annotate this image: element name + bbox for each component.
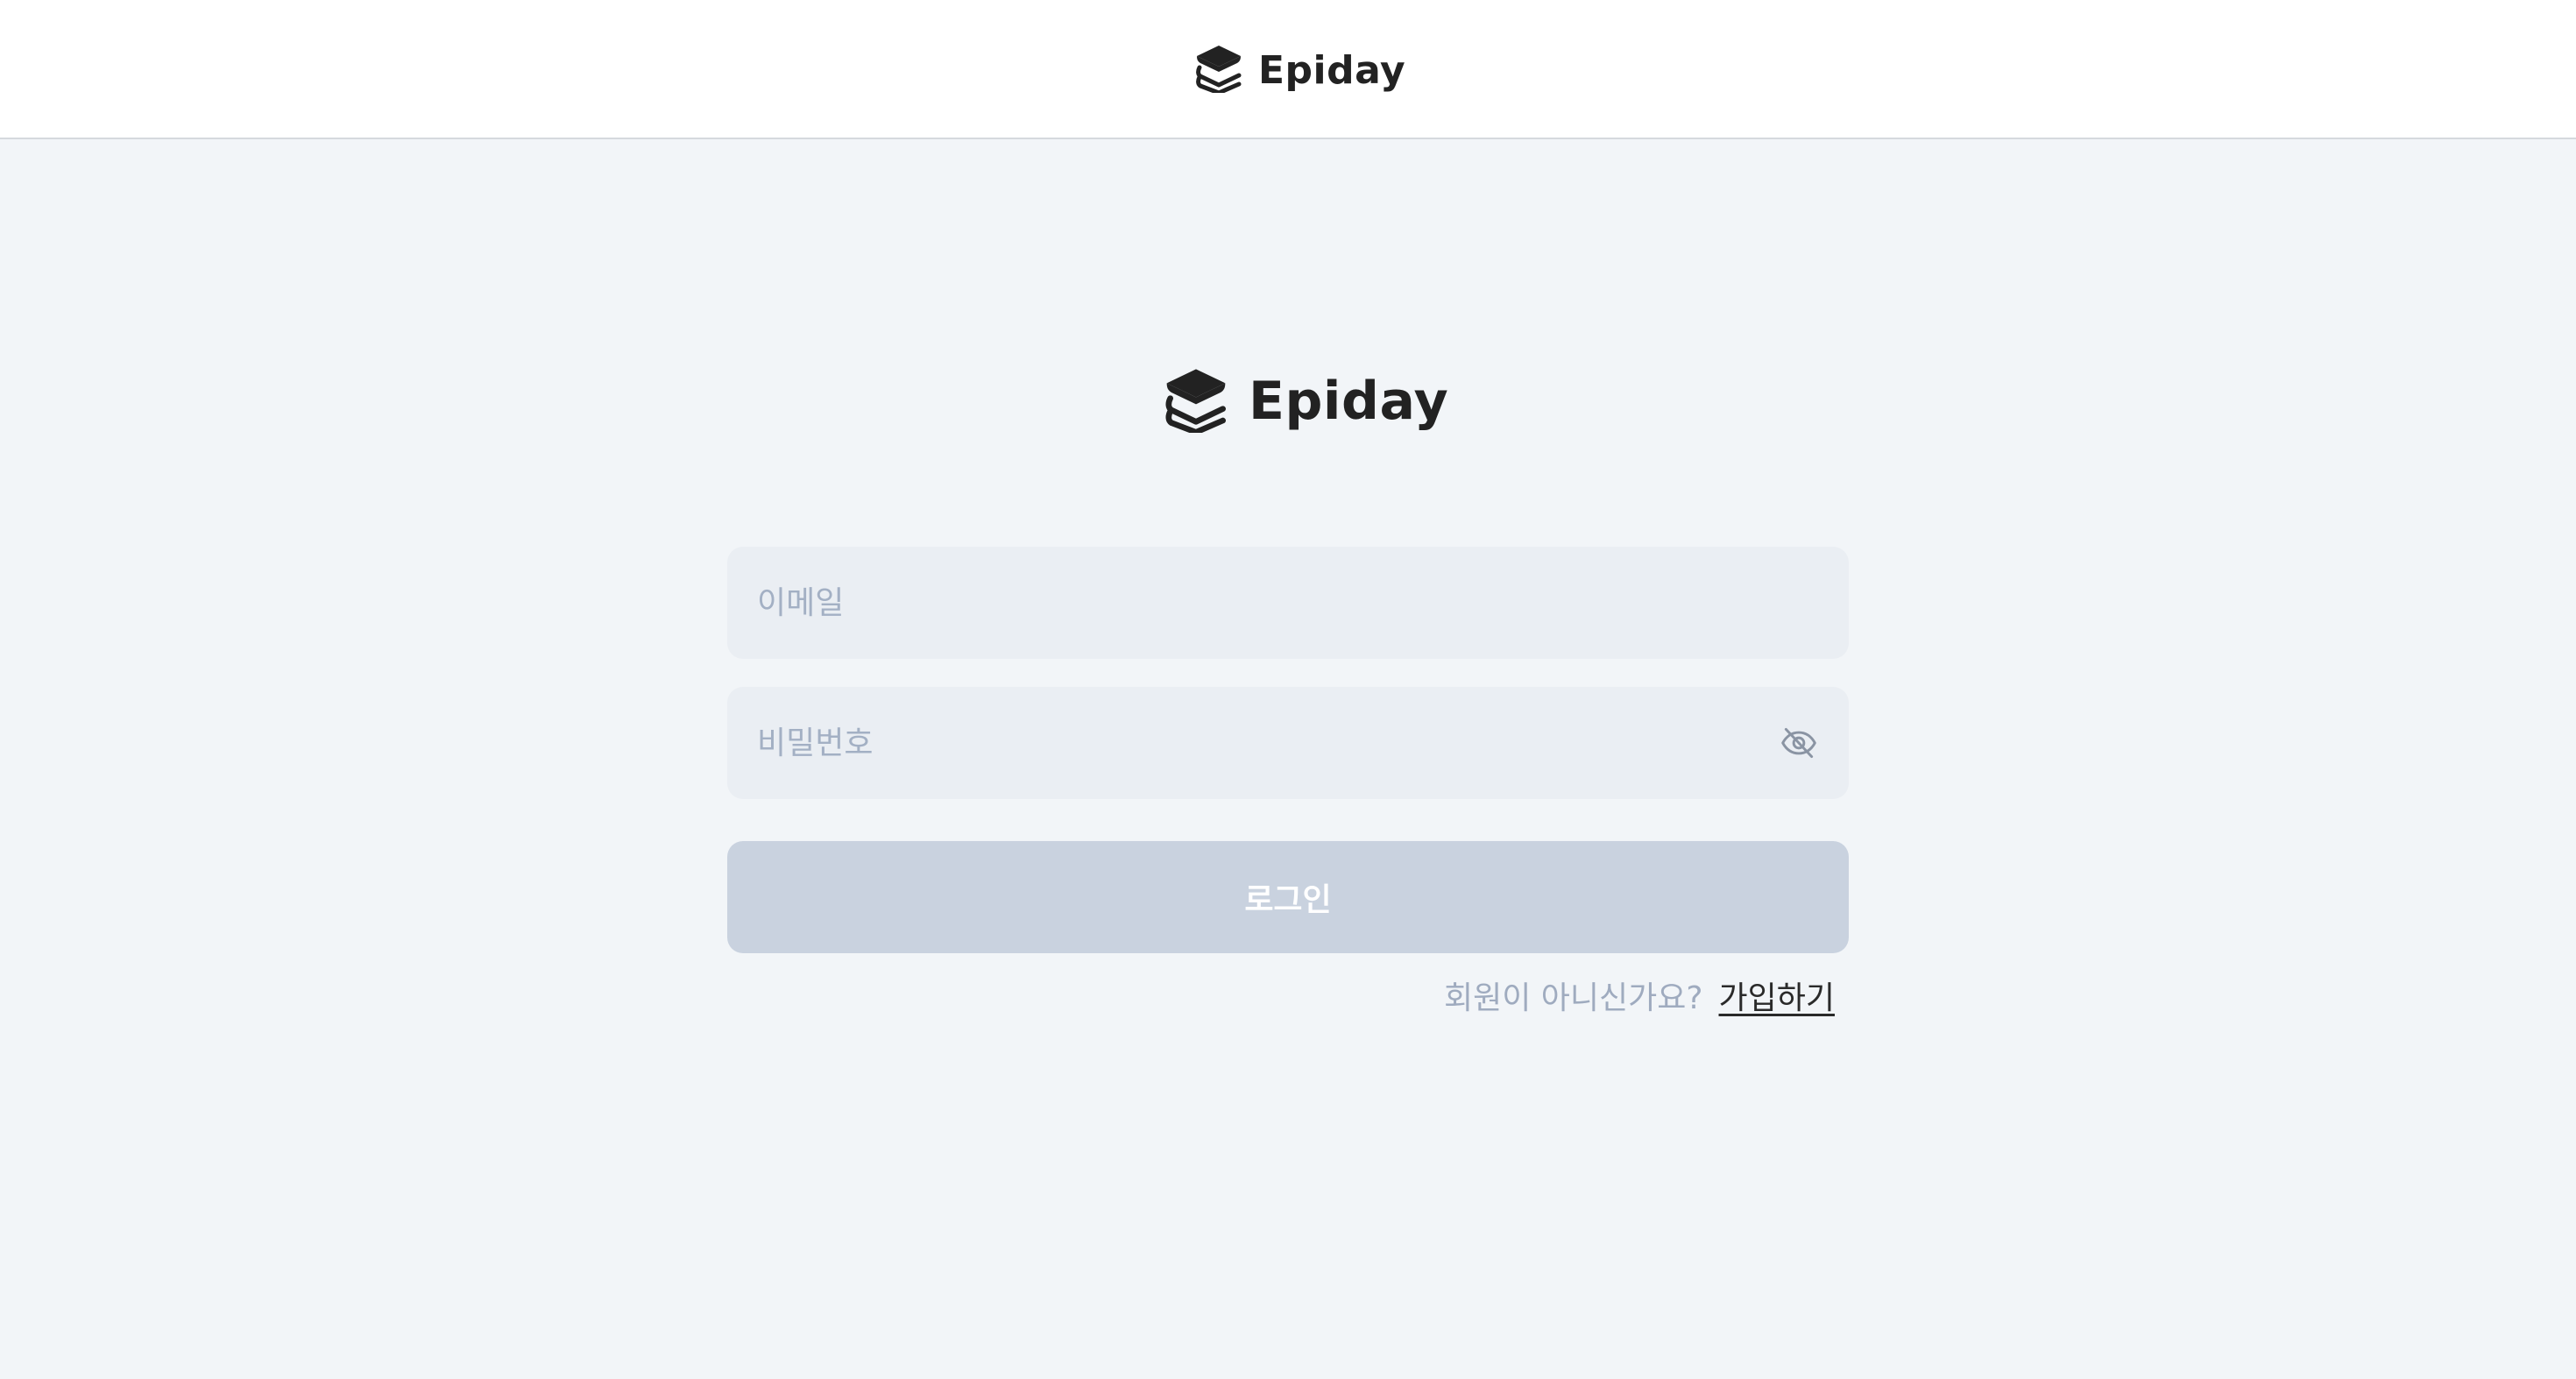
password-field[interactable] — [727, 687, 1849, 799]
login-logo: Epiday — [1164, 366, 1448, 436]
header-brand-name: Epiday — [1258, 47, 1406, 93]
top-header: Epiday — [0, 0, 2576, 139]
login-brand-name: Epiday — [1249, 371, 1449, 432]
login-button[interactable]: 로그인 — [727, 841, 1849, 953]
book-stack-icon — [1164, 366, 1228, 436]
email-field[interactable] — [727, 547, 1849, 659]
signup-question: 회원이 아니신가요? — [1444, 980, 1703, 1016]
password-input[interactable] — [757, 725, 1779, 761]
header-logo[interactable]: Epiday — [1195, 44, 1405, 96]
eye-off-icon[interactable] — [1779, 723, 1819, 763]
email-input[interactable] — [757, 584, 1819, 621]
book-stack-icon — [1195, 44, 1242, 96]
signup-link[interactable]: 가입하기 — [1719, 972, 1835, 1018]
signup-prompt: 회원이 아니신가요? 가입하기 — [1444, 972, 1835, 1018]
